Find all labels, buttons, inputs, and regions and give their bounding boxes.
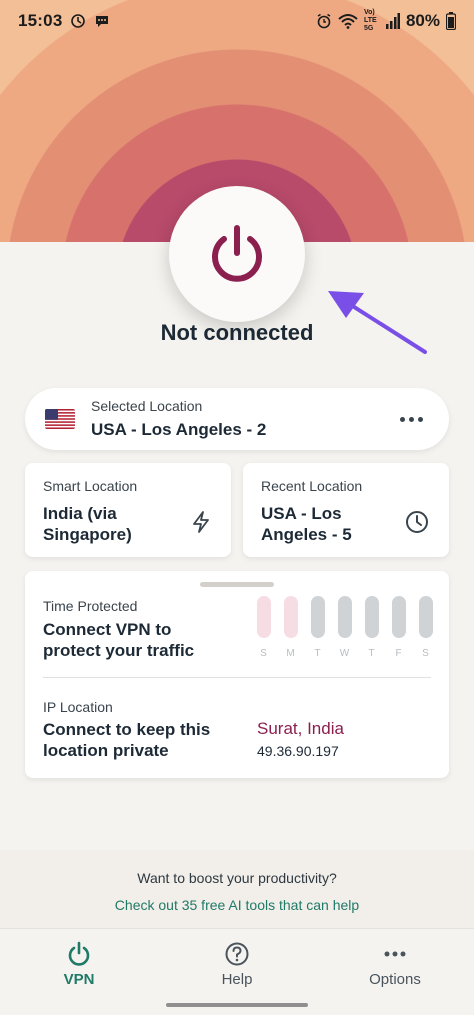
selected-location-card[interactable]: Selected Location USA - Los Angeles - 2 (25, 388, 449, 450)
recent-location-value: USA - Los Angeles - 5 (261, 504, 352, 544)
day-label: F (395, 648, 402, 659)
lightning-icon (193, 511, 209, 533)
day-bar (256, 596, 271, 638)
day-label: M (286, 648, 295, 659)
day-bar (364, 596, 379, 638)
recent-location-card[interactable]: Recent Location USA - Los Angeles - 5 (243, 463, 449, 557)
day-column: T (363, 596, 380, 659)
day-label: T (314, 648, 321, 659)
weekly-protection-bars: S M T W T F S (255, 596, 434, 659)
us-flag-icon (45, 409, 75, 429)
ip-address: 49.36.90.197 (257, 743, 339, 759)
status-bar: 15:03 Vo) LTE 5G 80% (0, 0, 474, 42)
day-column: M (282, 596, 299, 659)
power-icon (212, 225, 262, 282)
time-protected-text: Connect VPN to protect your traffic (43, 620, 195, 660)
day-bar (283, 596, 298, 638)
status-time: 15:03 (18, 11, 63, 30)
battery-icon (446, 12, 456, 30)
nav-options-label: Options (369, 971, 421, 988)
day-column: F (390, 596, 407, 659)
more-dots-icon (384, 951, 406, 957)
day-label: S (260, 648, 267, 659)
day-label: S (422, 648, 429, 659)
network-type: Vo) LTE 5G (363, 9, 377, 32)
day-bar (418, 596, 433, 638)
ip-city: Surat, India (257, 719, 344, 738)
drag-handle[interactable] (200, 582, 274, 587)
nav-help-label: Help (221, 971, 253, 988)
more-dots-icon[interactable] (394, 411, 429, 428)
ip-location-text: Connect to keep this location private (43, 720, 211, 760)
signal-icon (385, 13, 400, 29)
wifi-icon (338, 14, 358, 29)
day-label: T (368, 648, 375, 659)
nav-options[interactable]: Options (316, 929, 474, 1015)
nav-vpn[interactable]: VPN (0, 929, 158, 1015)
smart-location-label: Smart Location (43, 478, 138, 494)
alarm-icon (317, 13, 331, 29)
time-protected-label: Time Protected (43, 598, 138, 614)
selected-location-label: Selected Location (91, 398, 203, 414)
day-bar (391, 596, 406, 638)
protection-info-card: Time Protected Connect VPN to protect yo… (25, 571, 449, 778)
annotation-arrow-icon (328, 291, 427, 354)
day-bar (310, 596, 325, 638)
day-column: T (309, 596, 326, 659)
day-column: W (336, 596, 353, 659)
chat-icon (96, 16, 109, 27)
promo-banner: Want to boost your productivity? Check o… (0, 850, 474, 928)
ip-location-label: IP Location (43, 699, 113, 715)
battery-percent: 80% (405, 11, 440, 30)
smart-location-card[interactable]: Smart Location India (via Singapore) (25, 463, 231, 557)
promo-question: Want to boost your productivity? (137, 870, 337, 886)
day-column: S (417, 596, 434, 659)
day-label: W (339, 648, 350, 659)
recent-location-label: Recent Location (261, 478, 363, 494)
power-icon (68, 941, 90, 966)
home-indicator[interactable] (166, 1003, 308, 1007)
power-button[interactable] (169, 186, 305, 322)
sync-icon (71, 14, 86, 28)
selected-location-value: USA - Los Angeles - 2 (91, 420, 267, 439)
help-icon (225, 942, 249, 966)
bottom-nav: VPN Help Options (0, 928, 474, 1015)
day-bar (337, 596, 352, 638)
smart-location-value: India (via Singapore) (43, 504, 132, 544)
day-column: S (255, 596, 272, 659)
promo-link[interactable]: Check out 35 free AI tools that can help (0, 897, 474, 913)
clock-icon (406, 511, 428, 533)
divider (43, 677, 431, 678)
nav-vpn-label: VPN (63, 971, 95, 988)
